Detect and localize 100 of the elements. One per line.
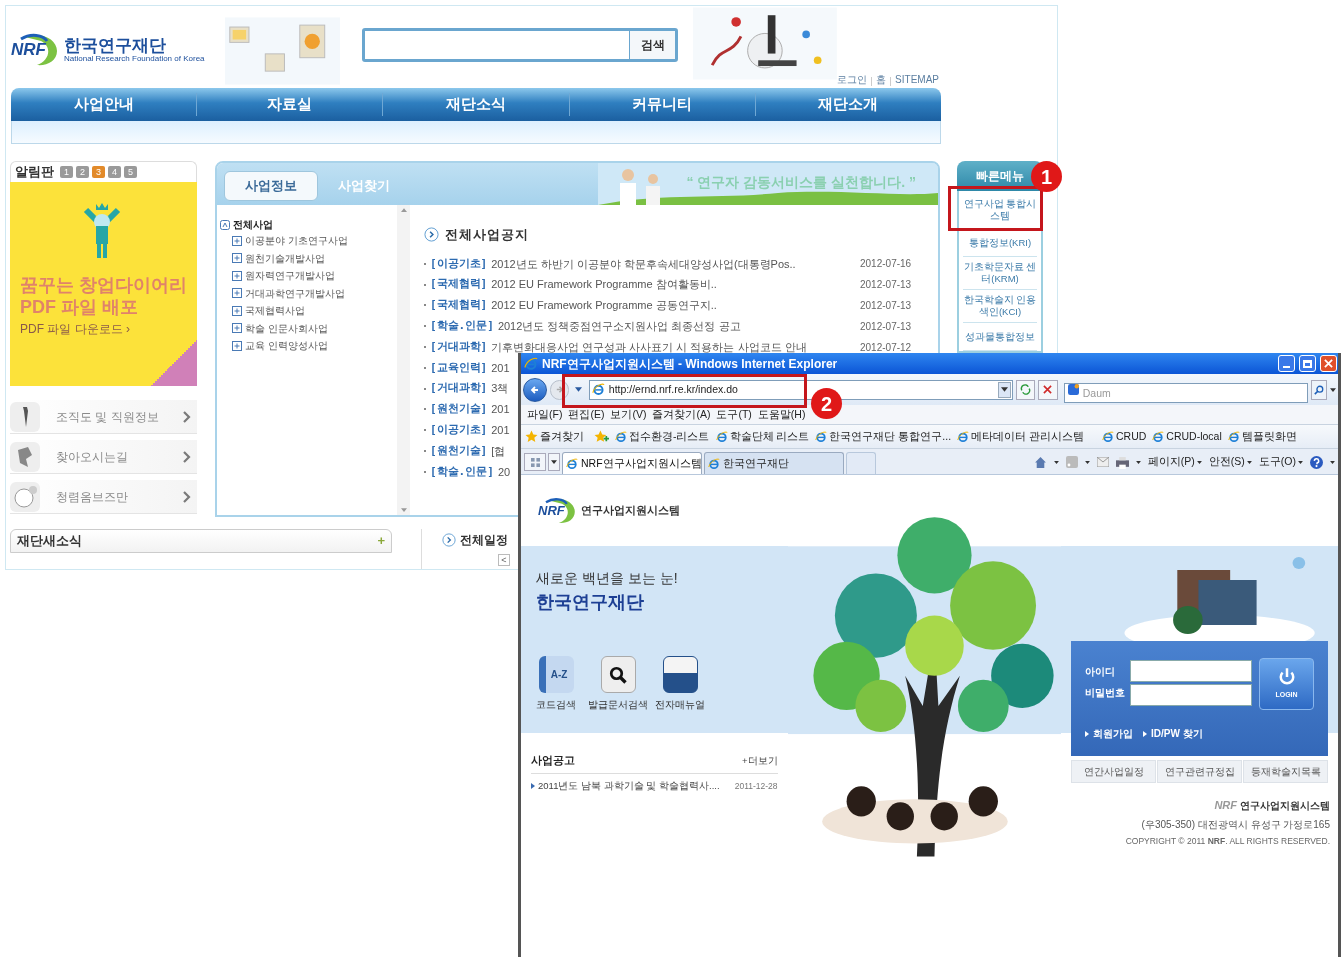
menu-item[interactable]: 파일(F) (527, 406, 563, 423)
quick-menu-item[interactable]: 연구사업 통합시스템 (963, 191, 1037, 229)
ie-icon (566, 457, 578, 470)
print-icon[interactable] (1115, 455, 1129, 469)
favorite-link[interactable]: CRUD-local (1152, 428, 1222, 445)
back-button[interactable] (523, 377, 547, 402)
notice-title[interactable]: 2012년도 하반기 이공분야 학문후속세대양성사업(대통령Pos.. (491, 255, 796, 273)
menu-item[interactable]: 편집(E) (568, 406, 605, 423)
search-field[interactable]: Daum (1063, 382, 1309, 403)
menu-item[interactable]: 즐겨찾기(A) (652, 406, 711, 423)
nav-item[interactable]: 재단소개 (755, 93, 941, 116)
side-link[interactable]: 찾아오시는길 (10, 440, 197, 474)
command-menu[interactable]: 도구(O) (1258, 454, 1303, 470)
id-input[interactable] (1130, 660, 1252, 682)
caret-icon (575, 387, 583, 392)
notice-title[interactable]: 20 (497, 463, 511, 481)
notice-title[interactable]: [협 (491, 442, 506, 460)
browser-tab[interactable]: NRF연구사업지원시스템 (562, 452, 702, 474)
login-link[interactable]: ID/PW 찾기 (1143, 726, 1203, 741)
nav-item[interactable]: 자료실 (197, 93, 384, 116)
favorite-link[interactable]: 학술단체 리스트 (715, 428, 810, 445)
minimize-button[interactable] (1278, 355, 1295, 372)
notice-title[interactable]: 201 (491, 422, 510, 439)
notice-title[interactable]: 2012 EU Framework Programme 공동연구지.. (491, 297, 717, 314)
notice-date: 2012-07-16 (860, 257, 913, 272)
ie-icon (815, 430, 828, 443)
tab-dropdown[interactable] (548, 453, 560, 471)
tree-item[interactable]: 국제협력사업 (245, 303, 305, 319)
triangle-bullet-icon (1143, 730, 1147, 737)
footer-address: (우305-350) 대전광역시 유성구 가정로165 (1141, 817, 1330, 832)
notice-title[interactable]: 3책 (491, 380, 509, 397)
address-dropdown[interactable] (997, 381, 1011, 398)
tree-item[interactable]: 학술 인문사회사업 (245, 320, 328, 336)
board-title: 알림판 (15, 163, 54, 182)
quick-link[interactable]: 연구관련규정집 (1157, 760, 1242, 783)
quick-menu-item[interactable]: 기초학문자료 센터(KRM) (963, 257, 1037, 290)
command-menu[interactable]: 안전(S) (1208, 454, 1252, 470)
favorite-link[interactable]: 접수환경-리스트 (615, 428, 710, 445)
notice-category: [국제협력] (430, 276, 488, 293)
field-label: 아이디 (1085, 665, 1116, 679)
top-link[interactable]: 홈 (876, 72, 887, 87)
notice-title[interactable]: 201 (491, 401, 510, 418)
quick-menu-item[interactable]: 한국학술지 인용색인(KCI) (963, 290, 1037, 323)
star-icon (525, 430, 538, 443)
menu-item[interactable]: 보기(V) (610, 406, 647, 423)
nrf-logo: NRF (538, 496, 578, 525)
prev-button[interactable]: < (498, 554, 510, 566)
tree-item[interactable]: 거대과학연구개발사업 (245, 285, 345, 301)
search-field[interactable]: 검색 (361, 28, 679, 62)
quick-link[interactable]: 연간사업일정 (1071, 760, 1156, 783)
slogan-text: “ 연구자 감동서비스를 실천합니다. ” (686, 173, 916, 192)
plus-box-icon (232, 305, 242, 316)
menu-item[interactable]: 도구(T) (716, 406, 752, 423)
notice-title[interactable]: 2012년도 정책중점연구소지원사업 최종선정 공고 (497, 318, 741, 335)
plus-box-icon (232, 235, 242, 246)
notice-title[interactable]: 2011년도 남북 과학기술 및 학술협력사.... (538, 778, 732, 793)
favorite-link[interactable]: 한국연구재단 통합연구... (815, 428, 952, 445)
tool-shortcut[interactable]: 전자매뉴얼 (650, 656, 710, 712)
mail-icon[interactable] (1096, 457, 1109, 468)
top-link[interactable]: SITEMAP (895, 72, 939, 87)
favorite-link[interactable]: CRUD (1102, 428, 1147, 445)
ie-icon (708, 457, 720, 470)
more-link[interactable]: +더보기 (742, 753, 778, 768)
plus-box-icon (232, 270, 242, 281)
notice-title[interactable]: 2012 EU Framework Programme 참여활동비.. (491, 276, 717, 293)
notice-title[interactable]: 201 (491, 359, 510, 377)
favorites-button[interactable]: 즐겨찾기 (525, 428, 584, 445)
tree-item[interactable]: 이공분야 기초연구사업 (245, 233, 348, 249)
tool-shortcut[interactable]: 발급문서검색 (588, 656, 648, 712)
side-link[interactable]: 청렴옴브즈만 (10, 480, 197, 514)
forward-button[interactable] (549, 379, 570, 400)
help-icon[interactable] (1310, 455, 1323, 469)
maximize-button[interactable] (1299, 355, 1316, 372)
command-menu[interactable]: 페이지(P) (1147, 454, 1202, 470)
nav-item[interactable]: 재단소식 (383, 93, 570, 116)
search-button[interactable]: 검색 (629, 31, 676, 59)
favorite-link[interactable]: 메타데이터 관리시스템 (957, 428, 1084, 445)
home-icon[interactable] (1033, 455, 1047, 469)
favorite-link[interactable]: 템플릿화면 (1227, 428, 1297, 445)
tool-shortcut[interactable]: A-Z 코드검색 (526, 656, 586, 712)
quick-menu-item[interactable]: 성과물통합정보 (963, 323, 1037, 351)
quick-link[interactable]: 등재학술지목록 (1243, 760, 1328, 783)
tree-item[interactable]: 교육 인력양성사업 (245, 338, 328, 354)
search-button[interactable] (1311, 379, 1327, 400)
quick-menu-item[interactable]: 통합정보(KRI) (963, 229, 1037, 257)
tab[interactable]: 사업정보 (224, 171, 318, 201)
menu-item[interactable]: 도움말(H) (757, 406, 806, 423)
nav-item[interactable]: 커뮤니티 (569, 93, 756, 116)
password-input[interactable] (1130, 684, 1252, 706)
notice-title[interactable]: 기후변화대응사업 연구성과 사사표기 시 적용하는 사업코드 안내 (491, 338, 807, 356)
browser-tab[interactable]: 한국연구재단 (704, 452, 844, 474)
tree-item[interactable]: 원자력연구개발사업 (245, 268, 335, 284)
scroll-up-icon (400, 208, 407, 212)
top-link[interactable]: 로그인 (837, 72, 868, 87)
download-link[interactable]: PDF 파일 다운로드 › (20, 320, 130, 338)
close-button[interactable] (1320, 355, 1337, 372)
nav-item[interactable]: 사업안내 (11, 93, 198, 116)
stop-button[interactable] (1038, 379, 1058, 400)
login-link[interactable]: 회원가입 (1085, 726, 1133, 741)
tree-item[interactable]: 원천기술개발사업 (245, 250, 325, 266)
